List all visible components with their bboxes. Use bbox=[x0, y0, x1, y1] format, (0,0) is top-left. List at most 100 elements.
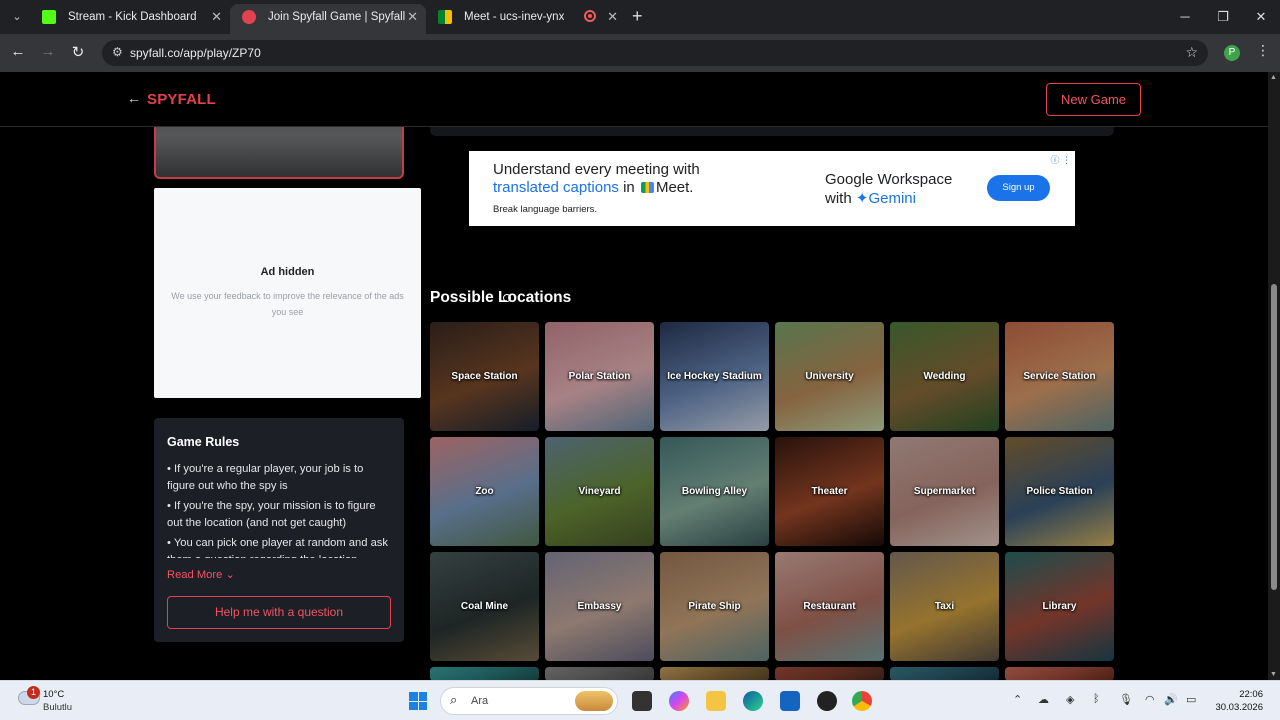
gemini-icon: ✦ bbox=[855, 190, 869, 207]
game-rules-panel: Game Rules • If you're a regular player,… bbox=[154, 418, 404, 642]
app-icon[interactable] bbox=[817, 691, 837, 711]
location-card[interactable]: Restaurant bbox=[775, 552, 884, 661]
url-text[interactable]: spyfall.co/app/play/ZP70 bbox=[130, 46, 261, 60]
close-tab-icon[interactable]: ✕ bbox=[407, 4, 418, 30]
search-highlight-icon bbox=[575, 691, 613, 711]
show-hidden-icons[interactable]: ⌃ bbox=[1013, 693, 1022, 706]
weather-description[interactable]: Bulutlu bbox=[43, 702, 72, 713]
battery-icon[interactable]: ▭ bbox=[1186, 693, 1196, 706]
back-icon[interactable]: ← bbox=[8, 43, 28, 60]
file-explorer-icon[interactable] bbox=[706, 691, 726, 711]
scroll-down-icon[interactable]: ▼ bbox=[1270, 671, 1277, 678]
rule-item: • If you're a regular player, your job i… bbox=[167, 463, 364, 492]
location-card[interactable]: Ice Hockey Stadium bbox=[660, 322, 769, 431]
tab-spyfall[interactable]: Join Spyfall Game | Spyfall Onli ✕ bbox=[230, 4, 426, 34]
new-game-button[interactable]: New Game bbox=[1046, 83, 1141, 116]
location-card[interactable] bbox=[1005, 667, 1114, 680]
location-card[interactable]: Space Station bbox=[430, 322, 539, 431]
reload-icon[interactable]: ↻ bbox=[68, 43, 88, 61]
location-card[interactable]: Police Station bbox=[1005, 437, 1114, 546]
location-card[interactable]: Bowling Alley bbox=[660, 437, 769, 546]
microphone-icon[interactable]: 🎙 bbox=[1119, 693, 1133, 706]
location-name: Polar Station bbox=[568, 371, 631, 382]
location-card[interactable] bbox=[545, 667, 654, 680]
location-name: Service Station bbox=[1023, 371, 1096, 382]
location-card[interactable]: Wedding bbox=[890, 322, 999, 431]
scrollbar-thumb[interactable] bbox=[1271, 284, 1277, 590]
read-more-link[interactable]: Read More ⌄ bbox=[167, 568, 235, 581]
bluetooth-icon[interactable]: ᛒ bbox=[1093, 693, 1100, 705]
location-card[interactable]: Library bbox=[1005, 552, 1114, 661]
location-name: Vineyard bbox=[578, 486, 621, 497]
location-card[interactable]: Coal Mine bbox=[430, 552, 539, 661]
security-icon[interactable]: ◈ bbox=[1066, 693, 1074, 706]
close-tab-icon[interactable]: ✕ bbox=[607, 4, 618, 30]
page-viewport: ← SPYFALL New Game Ad hidden We use your… bbox=[0, 72, 1268, 680]
weather-temperature[interactable]: 10°C bbox=[43, 689, 64, 700]
rule-item: • You can pick one player at random and … bbox=[167, 537, 388, 558]
system-clock[interactable]: 22:06 30.03.2026 bbox=[1207, 688, 1263, 714]
location-name: Coal Mine bbox=[460, 601, 509, 612]
new-tab-button[interactable]: + bbox=[632, 6, 643, 27]
location-card[interactable]: Taxi bbox=[890, 552, 999, 661]
meet-icon bbox=[438, 10, 452, 24]
location-card[interactable] bbox=[890, 667, 999, 680]
wifi-icon[interactable]: ◠ bbox=[1145, 693, 1155, 706]
location-card[interactable]: Vineyard bbox=[545, 437, 654, 546]
tab-kick-dashboard[interactable]: Stream - Kick Dashboard ✕ bbox=[30, 4, 230, 34]
location-card[interactable]: Theater bbox=[775, 437, 884, 546]
location-name: Zoo bbox=[475, 486, 494, 497]
location-card[interactable]: Service Station bbox=[1005, 322, 1114, 431]
close-window-button[interactable]: ✕ bbox=[1242, 0, 1280, 34]
location-card[interactable]: Polar Station bbox=[545, 322, 654, 431]
tab-title: Meet - ucs-inev-ynx bbox=[464, 11, 565, 23]
help-question-button[interactable]: Help me with a question bbox=[167, 596, 391, 629]
tab-title: Join Spyfall Game | Spyfall Onli bbox=[268, 11, 408, 23]
ad-headline: Understand every meeting with bbox=[493, 161, 700, 178]
tab-search-button[interactable]: ⌄ bbox=[6, 7, 28, 27]
minimize-button[interactable]: ─ bbox=[1166, 0, 1204, 34]
page-scrollbar[interactable]: ▲ ▼ bbox=[1268, 72, 1280, 680]
copilot-icon[interactable] bbox=[669, 691, 689, 711]
location-card[interactable] bbox=[430, 667, 539, 680]
location-card[interactable]: Zoo bbox=[430, 437, 539, 546]
clock-time: 22:06 bbox=[1239, 689, 1263, 700]
location-card[interactable] bbox=[775, 667, 884, 680]
chrome-icon[interactable] bbox=[852, 691, 872, 711]
browser-menu-icon[interactable]: ⋮ bbox=[1256, 42, 1270, 59]
ad-signup-button[interactable]: Sign up bbox=[987, 175, 1050, 201]
edge-icon[interactable] bbox=[743, 691, 763, 711]
recording-icon bbox=[584, 10, 596, 22]
maximize-button[interactable]: ❐ bbox=[1204, 0, 1242, 34]
cloud-sync-icon[interactable]: ☁ bbox=[1038, 693, 1049, 706]
spyfall-logo[interactable]: SPYFALL bbox=[147, 91, 216, 108]
location-card[interactable]: University bbox=[775, 322, 884, 431]
task-view-icon[interactable] bbox=[632, 691, 652, 711]
tab-meet[interactable]: Meet - ucs-inev-ynx ✕ bbox=[426, 4, 626, 34]
ad-product: Google Workspace bbox=[825, 171, 953, 188]
kick-icon bbox=[42, 10, 56, 24]
taskbar-search[interactable]: ⌕ Ara bbox=[440, 687, 618, 715]
store-icon[interactable] bbox=[780, 691, 800, 711]
ad-banner[interactable]: Understand every meeting with translated… bbox=[469, 151, 1075, 226]
bookmark-star-icon[interactable]: ☆ bbox=[1185, 44, 1198, 61]
close-tab-icon[interactable]: ✕ bbox=[211, 4, 222, 30]
scroll-up-icon[interactable]: ▲ bbox=[1270, 74, 1277, 81]
volume-icon[interactable]: 🔊 bbox=[1164, 693, 1178, 706]
spyfall-icon bbox=[242, 10, 256, 24]
forward-icon[interactable]: → bbox=[38, 43, 58, 60]
location-card[interactable] bbox=[660, 667, 769, 680]
location-card[interactable]: Pirate Ship bbox=[660, 552, 769, 661]
search-icon: ⌕ bbox=[450, 692, 458, 707]
location-name: Ice Hockey Stadium bbox=[667, 371, 762, 382]
site-info-icon[interactable]: ⚙ bbox=[112, 45, 123, 59]
windows-start-icon[interactable] bbox=[409, 692, 427, 710]
back-arrow-icon[interactable]: ← bbox=[127, 90, 141, 106]
location-card[interactable]: Supermarket bbox=[890, 437, 999, 546]
address-bar[interactable]: ⚙ spyfall.co/app/play/ZP70 ☆ bbox=[102, 40, 1208, 66]
browser-toolbar: ← → ↻ ⚙ spyfall.co/app/play/ZP70 ☆ P ⋮ bbox=[0, 34, 1280, 72]
ad-info-icon[interactable]: ⓘ ⋮ bbox=[1050, 153, 1071, 166]
location-card[interactable]: Embassy bbox=[545, 552, 654, 661]
chevron-down-icon: ⌄ bbox=[225, 569, 235, 581]
profile-avatar[interactable]: P bbox=[1224, 45, 1240, 61]
